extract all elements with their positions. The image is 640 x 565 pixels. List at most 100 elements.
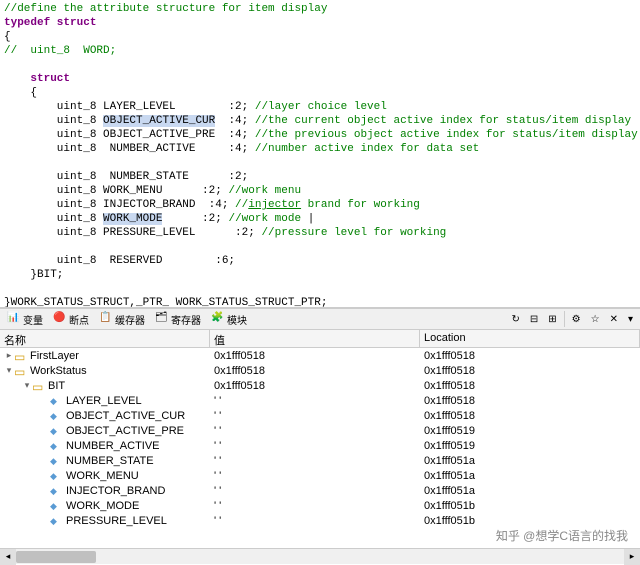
toolbar-menu-button[interactable]: ▾ — [625, 313, 636, 326]
column-value[interactable]: 值 — [210, 330, 420, 347]
table-row[interactable]: NUMBER_STATE' '0x1fff051a — [0, 453, 640, 468]
table-row[interactable]: WORK_MODE' '0x1fff051b — [0, 498, 640, 513]
code-text: uint_8 PRESSURE_LEVEL :2; — [4, 227, 261, 239]
row-value: ' ' — [210, 410, 420, 422]
table-header: 名称 值 Location — [0, 330, 640, 348]
code-comment: //pressure level for working — [261, 227, 446, 239]
code-highlight: OBJECT_ACTIVE_CUR — [103, 115, 215, 127]
code-comment: //number active index for data set — [255, 143, 479, 155]
code-text: uint_8 INJECTOR_BRAND :4; — [4, 199, 235, 211]
row-name: NUMBER_STATE — [66, 455, 154, 467]
column-name[interactable]: 名称 — [0, 330, 210, 347]
table-row[interactable]: OBJECT_ACTIVE_CUR ' '0x1fff0518 — [0, 408, 640, 423]
code-text: uint_8 NUMBER_ACTIVE :4; — [4, 143, 255, 155]
code-editor[interactable]: //define the attribute structure for ite… — [0, 0, 640, 308]
row-value: ' ' — [210, 500, 420, 512]
row-location: 0x1fff0518 — [420, 365, 640, 377]
menu-icon: ▾ — [628, 314, 633, 325]
cache-icon: 📋 — [99, 312, 113, 326]
code-brace: { — [4, 86, 636, 100]
row-name: LAYER_LEVEL — [66, 395, 142, 407]
code-highlight: WORK_MODE — [103, 213, 162, 225]
tab-breakpoints[interactable]: 🔴断点 — [50, 311, 92, 328]
code-keyword: struct — [4, 73, 70, 85]
scroll-left-button[interactable]: ◂ — [0, 549, 16, 565]
gear-icon: ⚙ — [572, 314, 581, 325]
code-comment: //the previous object active index for s… — [255, 129, 638, 141]
row-name: INJECTOR_BRAND — [66, 485, 165, 497]
row-name: FirstLayer — [30, 350, 79, 362]
row-name: OBJECT_ACTIVE_PRE — [66, 425, 184, 437]
row-location: 0x1fff0519 — [420, 440, 640, 452]
tab-registers[interactable]: 🗂寄存器 — [152, 311, 204, 328]
column-location[interactable]: Location — [420, 330, 640, 347]
table-row[interactable]: NUMBER_ACTIVE' '0x1fff0519 — [0, 438, 640, 453]
row-value: ' ' — [210, 470, 420, 482]
tab-cache[interactable]: 📋缓存器 — [96, 311, 148, 328]
code-comment: //layer choice level — [255, 101, 387, 113]
row-name: WORK_MENU — [66, 470, 139, 482]
cursor: | — [308, 213, 315, 225]
table-row[interactable]: INJECTOR_BRAND' '0x1fff051a — [0, 483, 640, 498]
row-location: 0x1fff051b — [420, 500, 640, 512]
toolbar-clear-button[interactable]: ✕ — [607, 313, 621, 326]
variables-table[interactable]: ▸FirstLayer0x1fff05180x1fff0518▾WorkStat… — [0, 348, 640, 528]
row-location: 0x1fff051a — [420, 455, 640, 467]
field-icon — [50, 515, 64, 527]
struct-icon — [14, 365, 28, 377]
row-name: PRESSURE_LEVEL — [66, 515, 167, 527]
tab-variables[interactable]: 📊变量 — [4, 311, 46, 328]
toolbar-collapse-button[interactable]: ⊟ — [527, 313, 541, 326]
code-text: uint_8 WORK_MENU :2; — [4, 185, 228, 197]
table-row[interactable]: ▾WorkStatus0x1fff05180x1fff0518 — [0, 363, 640, 378]
code-text: uint_8 OBJECT_ACTIVE_PRE :4; — [4, 129, 255, 141]
field-icon — [50, 485, 64, 497]
toolbar-settings-button[interactable]: ⚙ — [569, 313, 584, 326]
expand-toggle[interactable]: ▾ — [4, 365, 14, 376]
toolbar-expand-button[interactable]: ⊞ — [545, 313, 559, 326]
expand-icon: ⊞ — [548, 314, 556, 325]
horizontal-scrollbar[interactable]: ◂ ▸ — [0, 548, 640, 564]
toolbar-filter-button[interactable]: ☆ — [588, 313, 603, 326]
code-text: uint_8 — [4, 115, 103, 127]
table-row[interactable]: ▾BIT0x1fff05180x1fff0518 — [0, 378, 640, 393]
code-keyword: typedef struct — [4, 17, 96, 29]
scroll-track[interactable] — [16, 549, 624, 564]
code-text: uint_8 — [4, 213, 103, 225]
struct-icon — [32, 380, 46, 392]
field-icon — [50, 440, 64, 452]
field-icon — [50, 470, 64, 482]
code-brace: }BIT; — [4, 268, 636, 282]
row-location: 0x1fff0518 — [420, 410, 640, 422]
collapse-icon: ⊟ — [530, 314, 538, 325]
code-text: uint_8 RESERVED :6; — [4, 254, 636, 268]
table-row[interactable]: LAYER_LEVEL' '0x1fff0518 — [0, 393, 640, 408]
code-comment: //define the attribute structure for ite… — [4, 3, 327, 15]
table-row[interactable]: WORK_MENU ' '0x1fff051a — [0, 468, 640, 483]
table-row[interactable]: ▸FirstLayer0x1fff05180x1fff0518 — [0, 348, 640, 363]
refresh-icon: ↻ — [511, 314, 519, 325]
row-location: 0x1fff051a — [420, 470, 640, 482]
row-value: 0x1fff0518 — [210, 380, 420, 392]
tab-modules[interactable]: 🧩模块 — [208, 311, 250, 328]
table-row[interactable]: OBJECT_ACTIVE_PRE' '0x1fff0519 — [0, 423, 640, 438]
code-comment: // uint_8 WORD; — [4, 45, 116, 57]
separator — [564, 311, 565, 327]
toolbar-refresh-button[interactable]: ↻ — [508, 313, 522, 326]
row-name: OBJECT_ACTIVE_CUR — [66, 410, 185, 422]
row-location: 0x1fff0518 — [420, 395, 640, 407]
row-name: NUMBER_ACTIVE — [66, 440, 160, 452]
row-value: ' ' — [210, 485, 420, 497]
code-text: :2; — [162, 213, 228, 225]
scroll-right-button[interactable]: ▸ — [624, 549, 640, 565]
field-icon — [50, 425, 64, 437]
struct-icon — [14, 350, 28, 362]
row-value: 0x1fff0518 — [210, 350, 420, 362]
module-icon: 🧩 — [211, 312, 225, 326]
debug-toolbar: 📊变量 🔴断点 📋缓存器 🗂寄存器 🧩模块 ↻ ⊟ ⊞ ⚙ ☆ ✕ ▾ — [0, 308, 640, 330]
expand-toggle[interactable]: ▸ — [4, 350, 14, 361]
expand-toggle[interactable]: ▾ — [22, 380, 32, 391]
scroll-thumb[interactable] — [16, 551, 96, 563]
field-icon — [50, 395, 64, 407]
code-comment: //work menu — [228, 185, 301, 197]
